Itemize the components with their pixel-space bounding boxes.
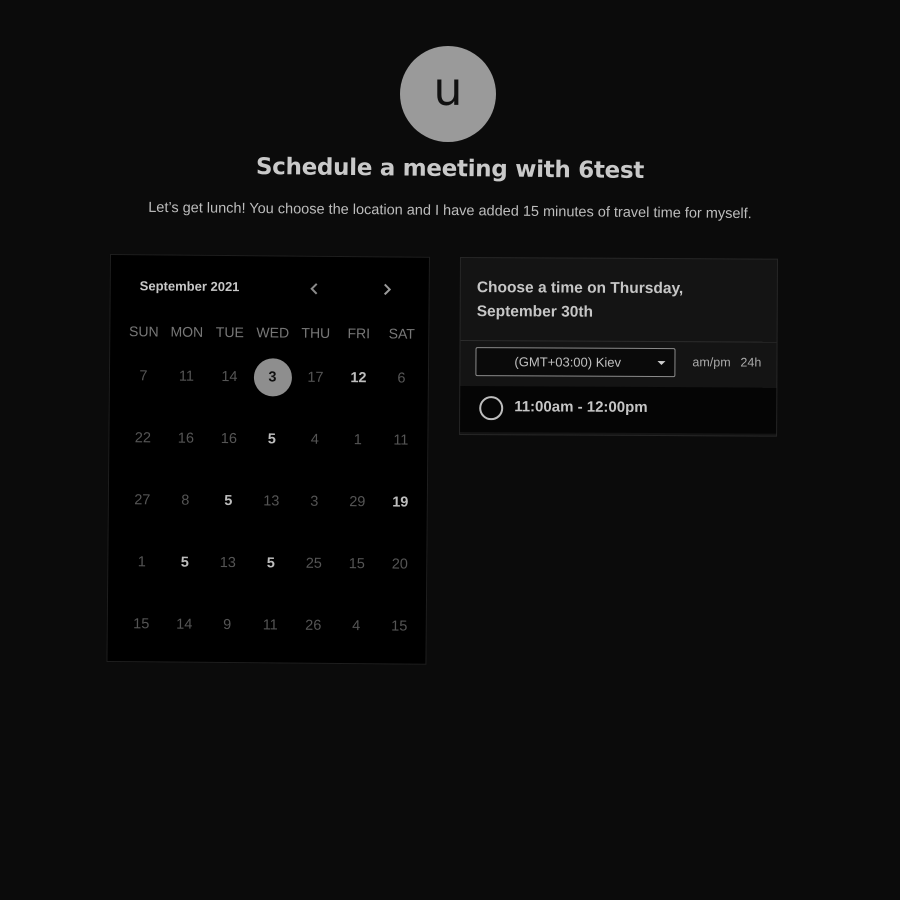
scheduling-page: u Schedule a meeting with 6test Let’s ge… [0,0,900,900]
calendar-day-unavailable: 20 [378,533,422,595]
calendar-day-number: 27 [134,492,151,509]
calendar-day-number: 13 [219,554,236,572]
calendar-day-number: 1 [353,432,362,449]
calendar-day-number: 14 [176,616,193,633]
calendar-day-number: 11 [262,617,278,634]
calendar-day-unavailable: 16 [207,408,251,470]
calendar-day-available[interactable]: 5 [249,532,293,594]
date-picker-calendar: September 2021 SUN MON TUE WED THU FRI SAT 7 11 1… [106,254,430,665]
weekday-header: TUE [215,323,244,341]
calendar-day-unavailable: 7 [122,345,166,407]
calendar-day-number: 16 [220,430,238,448]
calendar-day-unavailable: 3 [293,471,337,533]
calendar-day-unavailable: 14 [208,346,252,408]
weekday-header: MON [170,323,204,340]
calendar-day-number: 16 [177,430,195,447]
calendar-day-unavailable: 4 [334,595,378,657]
calendar-day-unavailable: 15 [120,593,164,655]
calendar-day-number: 5 [266,555,275,572]
calendar-day-available[interactable]: 5 [207,470,251,532]
calendar-day-number: 9 [223,617,232,634]
page-title: Schedule a meeting with 6test [255,153,645,185]
calendar-day-number: 5 [267,431,276,448]
calendar-day-unavailable: 13 [206,532,250,594]
calendar-day-unavailable: 6 [380,347,424,409]
time-selection-panel: Choose a time on Thursday, September 30t… [459,257,778,437]
calendar-day-unavailable: 1 [120,531,164,593]
calendar-day-unavailable: 15 [377,595,421,657]
calendar-day-unavailable: 11 [165,345,209,407]
calendar-day-number: 15 [133,616,150,633]
calendar-day-number: 6 [397,370,406,387]
calendar-day-available[interactable]: 12 [337,347,381,409]
calendar-day-number: 7 [139,368,148,385]
weekday-header: SUN [128,323,159,340]
calendar-day-unavailable: 22 [121,407,165,469]
calendar-grid: SUN MON TUE WED THU FRI SAT 7 11 14 3 17 12 6 22 16 16 5 4… [120,317,423,658]
timezone-select[interactable]: (GMT+03:00) Kiev [475,347,676,378]
calendar-day-unavailable: 11 [379,409,423,471]
calendar-day-number: 4 [352,618,361,635]
event-description: Let’s get lunch! You choose the location… [148,199,752,223]
calendar-day-number: 5 [180,554,189,571]
calendar-day-number: 14 [221,368,238,386]
calendar-day-number: 11 [393,432,409,449]
calendar-day-available[interactable]: 5 [250,408,294,470]
chevron-left-icon[interactable] [303,277,327,301]
weekday-header: THU [301,324,331,341]
calendar-day-number: 3 [268,369,277,386]
calendar-day-unavailable: 29 [336,471,380,533]
calendar-day-number: 12 [350,370,367,387]
timezone-value: (GMT+03:00) Kiev [514,354,622,370]
calendar-day-number: 8 [181,492,190,509]
calendar-day-unavailable: 27 [121,469,165,531]
calendar-day-unavailable: 1 [336,409,380,471]
calendar-day-number: 22 [134,430,152,447]
calendar-day-number: 20 [391,556,408,573]
calendar-day-number: 13 [263,493,280,510]
calendar-day-number: 15 [348,556,365,573]
calendar-day-unavailable: 17 [294,347,338,409]
calendar-day-number: 15 [391,618,408,635]
weekday-header: FRI [347,325,371,342]
calendar-day-unavailable: 4 [293,409,337,471]
weekday-header: SAT [388,325,415,342]
time-slot-label: 11:00am - 12:00pm [514,398,648,416]
calendar-day-unavailable: 16 [164,407,208,469]
calendar-day-number: 4 [310,431,319,448]
host-avatar: u [400,46,496,142]
calendar-day-number: 11 [178,368,195,385]
caret-down-icon [657,361,666,366]
calendar-day-number: 3 [310,493,319,510]
calendar-day-number: 26 [305,617,322,634]
format-ampm-toggle[interactable]: am/pm [692,355,730,369]
time-slot-option[interactable]: 11:00am - 12:00pm [460,386,777,434]
time-panel-heading: Choose a time on Thursday, September 30t… [476,279,684,321]
calendar-day-number: 1 [137,554,146,571]
calendar-day-number: 19 [392,494,409,511]
calendar-day-unavailable: 25 [292,533,336,595]
calendar-day-unavailable: 9 [205,594,249,656]
calendar-day-unavailable: 13 [250,470,294,532]
calendar-day-number: 5 [224,493,233,510]
calendar-day-selected[interactable]: 3 [251,346,295,408]
calendar-day-number: 29 [349,494,366,511]
chevron-right-icon[interactable] [375,277,399,301]
calendar-day-number: 25 [305,555,322,572]
calendar-day-number: 17 [307,369,324,386]
calendar-day-unavailable: 15 [335,533,379,595]
calendar-day-unavailable: 26 [291,595,335,657]
divider [460,340,777,343]
calendar-day-unavailable: 8 [164,469,208,531]
calendar-day-available[interactable]: 5 [163,531,207,593]
format-24h-toggle[interactable]: 24h [740,355,761,369]
calendar-day-unavailable: 14 [162,593,206,655]
calendar-day-unavailable: 11 [248,594,292,656]
calendar-month-label: September 2021 [139,278,240,295]
calendar-day-available[interactable]: 19 [379,471,423,533]
radio-button-icon[interactable] [479,396,504,421]
weekday-header: WED [256,324,290,341]
